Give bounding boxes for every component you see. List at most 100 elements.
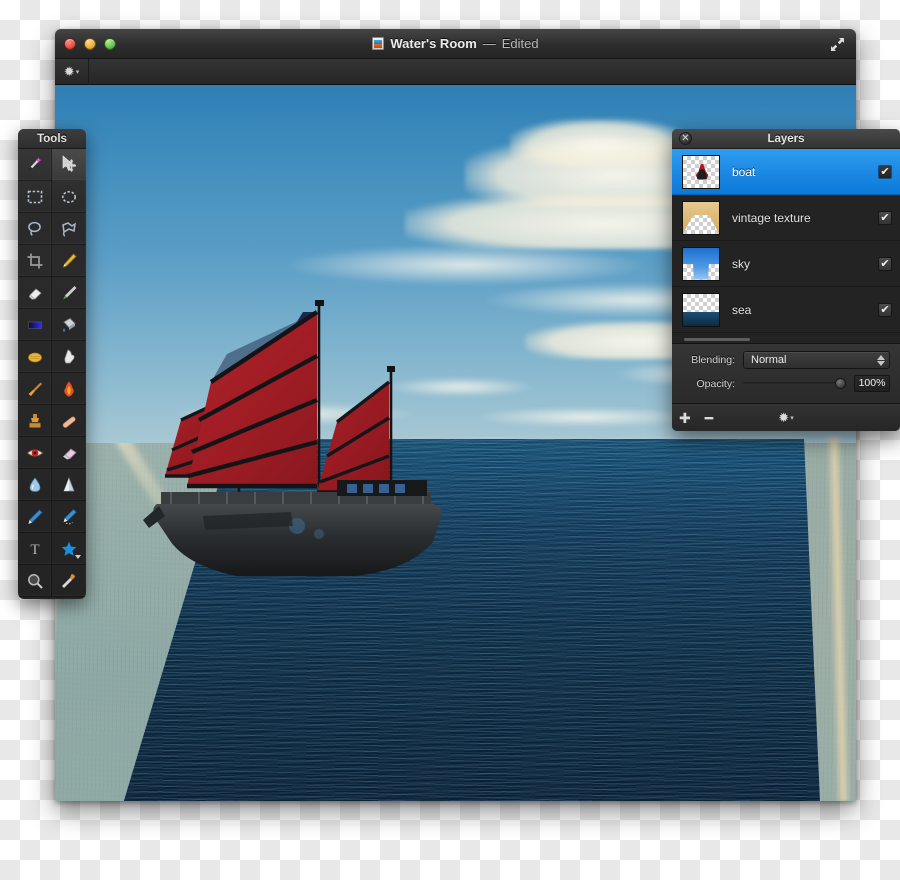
- freeform-pen-tool[interactable]: [52, 501, 86, 533]
- healing-brush-tool[interactable]: [52, 405, 86, 437]
- zoom-tool[interactable]: [18, 565, 52, 597]
- opacity-slider-knob[interactable]: [835, 378, 846, 389]
- title-separator: —: [482, 36, 496, 51]
- rectangular-marquee-icon: [27, 190, 42, 203]
- move-tool[interactable]: [52, 149, 86, 181]
- boat-thumbnail: [682, 154, 720, 189]
- lasso-tool[interactable]: [18, 213, 52, 245]
- cloud: [687, 253, 717, 263]
- blending-mode-select[interactable]: Normal: [743, 351, 890, 369]
- eraser-block-tool[interactable]: [52, 437, 86, 469]
- sponge-tool[interactable]: [18, 341, 52, 373]
- cloud: [475, 407, 695, 427]
- elliptical-marquee-icon: [62, 190, 76, 203]
- magic-wand-icon: [28, 157, 42, 171]
- brush-tool[interactable]: [18, 373, 52, 405]
- chevron-down-icon: ▾: [790, 414, 794, 422]
- pen-icon: [28, 509, 42, 524]
- eraser-tool[interactable]: [18, 277, 52, 309]
- polygonal-lasso-tool[interactable]: [52, 213, 86, 245]
- close-button[interactable]: [64, 38, 76, 50]
- image-document-icon: [372, 37, 385, 50]
- layers-panel-title: Layers: [767, 132, 805, 145]
- blending-mode-value: Normal: [751, 354, 787, 366]
- magnifier-icon: [27, 573, 43, 589]
- rectangular-marquee-tool[interactable]: [18, 181, 52, 213]
- clone-stamp-icon: [28, 413, 41, 428]
- chevron-down-icon: ▾: [75, 68, 80, 76]
- chevron-down-icon: [75, 555, 81, 559]
- paint-bucket-tool[interactable]: [52, 309, 86, 341]
- layer-row-sea[interactable]: sea ✔: [672, 287, 900, 333]
- freeform-pen-icon: [63, 508, 77, 524]
- add-layer-button[interactable]: ✚: [672, 411, 698, 425]
- svg-text:T: T: [30, 542, 39, 558]
- close-icon[interactable]: ✕: [679, 132, 692, 145]
- zoom-button[interactable]: [104, 38, 116, 50]
- document-name: Water's Room: [390, 36, 477, 51]
- gradient-icon: [27, 321, 42, 329]
- opacity-label: Opacity:: [696, 377, 735, 390]
- gradient-tool[interactable]: [18, 309, 52, 341]
- smudge-hand-icon: [64, 349, 75, 363]
- layers-scroll-indicator[interactable]: [684, 338, 750, 341]
- layer-name: sea: [732, 302, 752, 317]
- eyedropper-tool[interactable]: [52, 565, 86, 597]
- shape-tool[interactable]: [52, 533, 86, 565]
- stepper-icon[interactable]: [877, 354, 885, 366]
- blending-row: Blending: Normal: [682, 351, 890, 369]
- clone-stamp-tool[interactable]: [18, 405, 52, 437]
- layers-list[interactable]: boat ✔ vintage texture ✔ sky ✔ sea ✔: [672, 149, 900, 343]
- sponge-icon: [27, 352, 42, 362]
- layers-panel: ✕ Layers boat ✔ vintage texture ✔ sky ✔: [672, 129, 900, 431]
- layers-panel-titlebar[interactable]: ✕ Layers: [672, 129, 900, 149]
- polygonal-lasso-icon: [62, 221, 76, 237]
- type-tool[interactable]: T: [18, 533, 52, 565]
- water-drop-icon: [29, 477, 40, 492]
- tools-palette-title: Tools: [18, 129, 86, 149]
- sharpen-tool[interactable]: [52, 469, 86, 501]
- crop-tool[interactable]: [18, 245, 52, 277]
- layers-action-menu[interactable]: ✹ ▾: [778, 410, 793, 426]
- vintage-texture-thumbnail: [682, 200, 720, 235]
- tools-palette: Tools T: [18, 129, 86, 599]
- red-eye-tool[interactable]: [18, 437, 52, 469]
- elliptical-marquee-tool[interactable]: [52, 181, 86, 213]
- magic-wand-tool[interactable]: [18, 149, 52, 181]
- brush-icon: [28, 382, 42, 396]
- blur-tool[interactable]: [18, 469, 52, 501]
- paintbrush-icon: [63, 285, 77, 299]
- sea-thumbnail: [682, 292, 720, 327]
- move-arrow-icon: [62, 155, 76, 172]
- blending-label: Blending:: [691, 354, 735, 366]
- remove-layer-button[interactable]: ━: [698, 411, 720, 425]
- pen-tool[interactable]: [18, 501, 52, 533]
- red-eye-icon: [26, 449, 43, 456]
- gear-icon: ✹: [63, 64, 75, 79]
- action-gear-menu[interactable]: ✹ ▾: [55, 58, 89, 85]
- block-eraser-icon: [63, 447, 77, 459]
- smudge-tool[interactable]: [52, 341, 86, 373]
- burn-tool[interactable]: [52, 373, 86, 405]
- opacity-slider[interactable]: [743, 378, 846, 389]
- pencil-tool[interactable]: [52, 245, 86, 277]
- layer-visibility-checkbox[interactable]: ✔: [878, 302, 892, 317]
- paintbrush-tool[interactable]: [52, 277, 86, 309]
- gear-icon: ✹: [778, 409, 790, 425]
- healing-brush-icon: [62, 416, 76, 428]
- cloud: [285, 245, 645, 285]
- opacity-value[interactable]: 100%: [854, 375, 890, 392]
- window-title: Water's Room — Edited: [55, 36, 856, 51]
- layer-properties: Blending: Normal Opacity: 100%: [672, 343, 900, 403]
- cloud: [510, 119, 690, 167]
- minimize-button[interactable]: [84, 38, 96, 50]
- layer-visibility-checkbox[interactable]: ✔: [878, 256, 892, 271]
- paint-bucket-icon: [63, 317, 76, 332]
- expand-arrows-icon[interactable]: [828, 35, 847, 54]
- layer-visibility-checkbox[interactable]: ✔: [878, 210, 892, 225]
- layer-visibility-checkbox[interactable]: ✔: [878, 164, 892, 179]
- layer-row-sky[interactable]: sky ✔: [672, 241, 900, 287]
- layer-row-vintage-texture[interactable]: vintage texture ✔: [672, 195, 900, 241]
- layer-row-boat[interactable]: boat ✔: [672, 149, 900, 195]
- window-titlebar[interactable]: Water's Room — Edited: [55, 29, 856, 59]
